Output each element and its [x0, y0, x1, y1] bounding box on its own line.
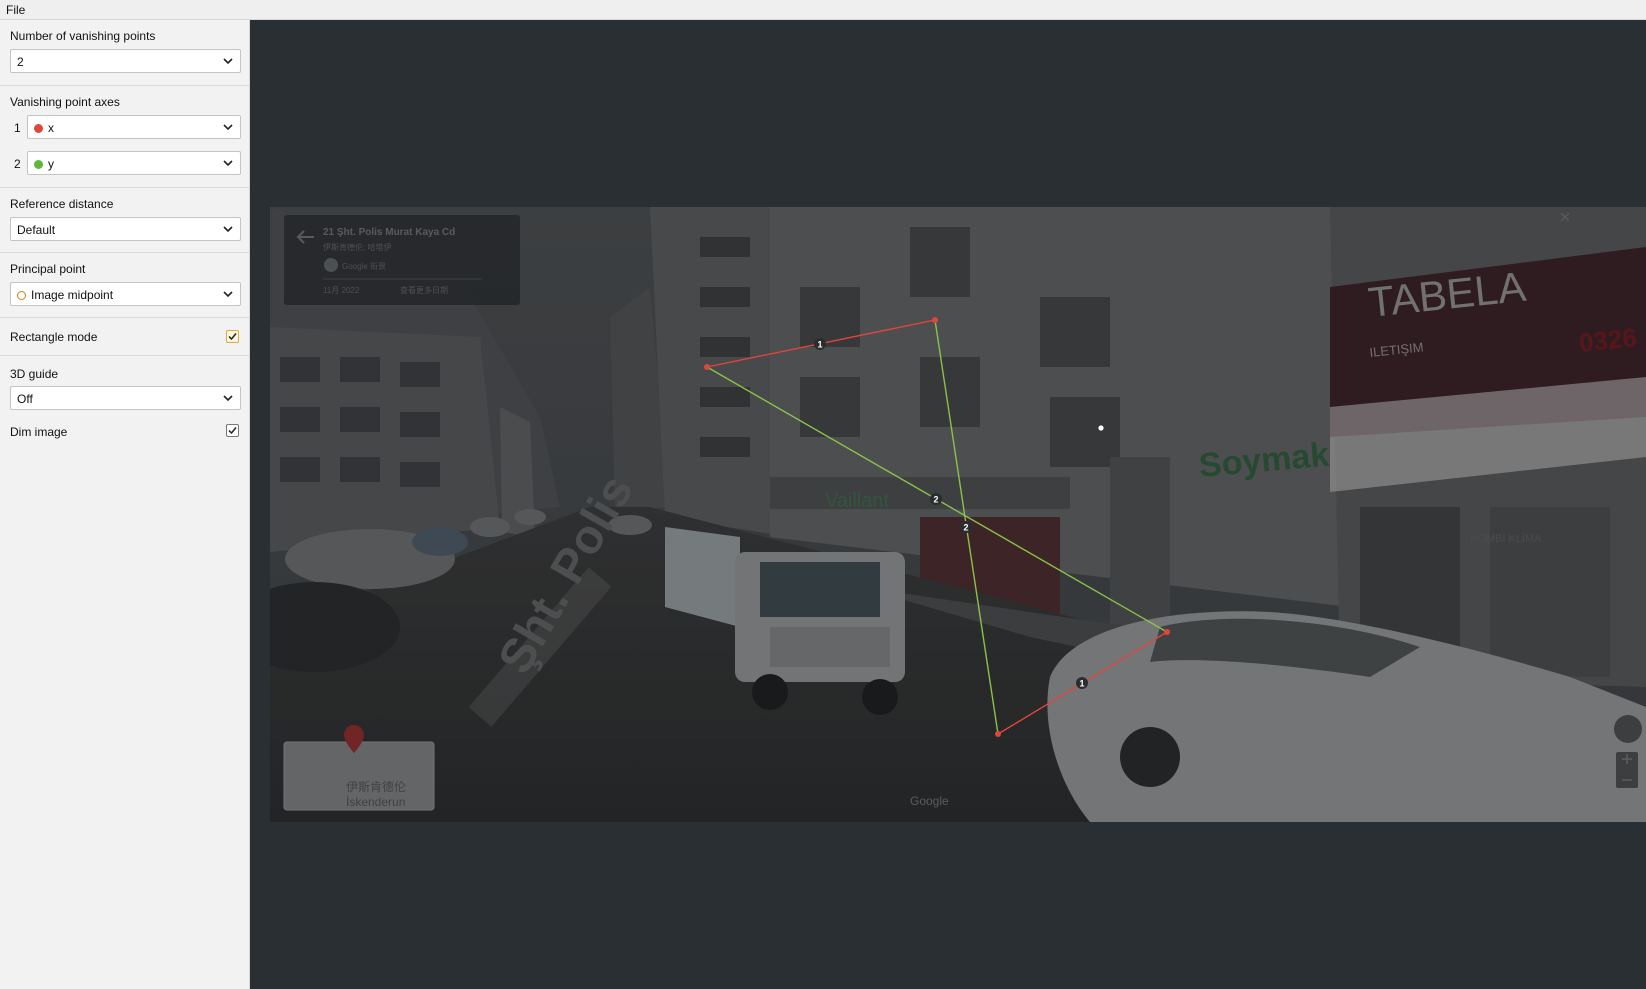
x-line-1-label: 1: [817, 340, 822, 350]
y-line-2-label: 2: [963, 523, 968, 533]
principal-point-marker[interactable]: [1098, 425, 1104, 431]
x-line-2-label: 1: [1079, 679, 1084, 689]
vanishing-lines-overlay: 1 1 2 2: [704, 317, 1170, 737]
control-point-handle[interactable]: [995, 731, 1001, 737]
control-point-handle[interactable]: [704, 364, 710, 370]
control-point-handle[interactable]: [932, 317, 938, 323]
control-point-handle[interactable]: [1164, 629, 1170, 635]
y-line-1-label: 2: [933, 495, 938, 505]
